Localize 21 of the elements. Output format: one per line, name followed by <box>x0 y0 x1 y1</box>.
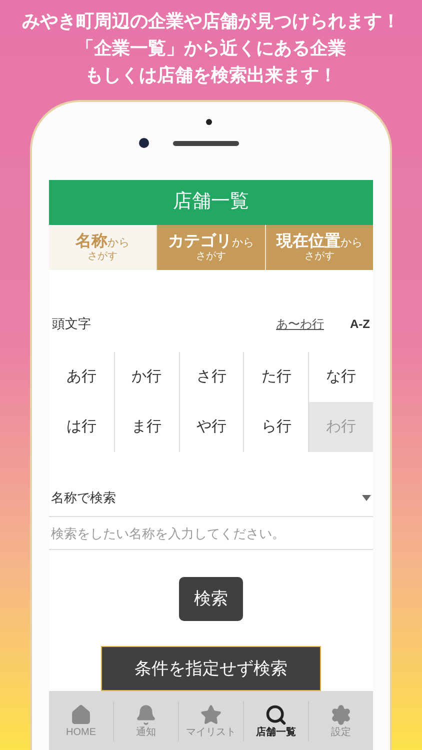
home-icon <box>70 704 92 726</box>
search-icon <box>265 704 287 726</box>
star-icon <box>200 704 222 726</box>
name-input-field[interactable]: 検索をしたい名称を入力してください。 <box>49 517 373 550</box>
sensor-icon <box>206 119 212 125</box>
search-button[interactable]: 検索 <box>179 577 243 621</box>
headline-text: もしくは店舗を検索出来ます！ <box>85 64 337 87</box>
speaker-icon <box>173 141 239 146</box>
search-all-button[interactable]: 条件を指定せず検索 <box>101 646 321 691</box>
gear-icon <box>330 704 352 726</box>
dropdown-caret-icon <box>362 495 371 501</box>
bell-icon <box>135 704 157 726</box>
headline-text: みやき町周辺の企業や店舗が見つけられます！ <box>22 10 400 33</box>
initials-mode-link[interactable]: あ〜わ行 <box>276 315 324 333</box>
headline-text: 「企業一覧」から近くにある企業 <box>76 37 346 60</box>
initials-label: 頭文字 <box>52 315 92 334</box>
camera-icon <box>139 138 149 148</box>
header-title: 店舗一覧 <box>173 190 249 214</box>
tab-bar-item[interactable]: 店舗一覧 <box>243 700 308 740</box>
search-type-dropdown[interactable]: 名称で検索 <box>49 480 373 517</box>
initials-mode-link[interactable]: A-Z <box>350 315 370 333</box>
